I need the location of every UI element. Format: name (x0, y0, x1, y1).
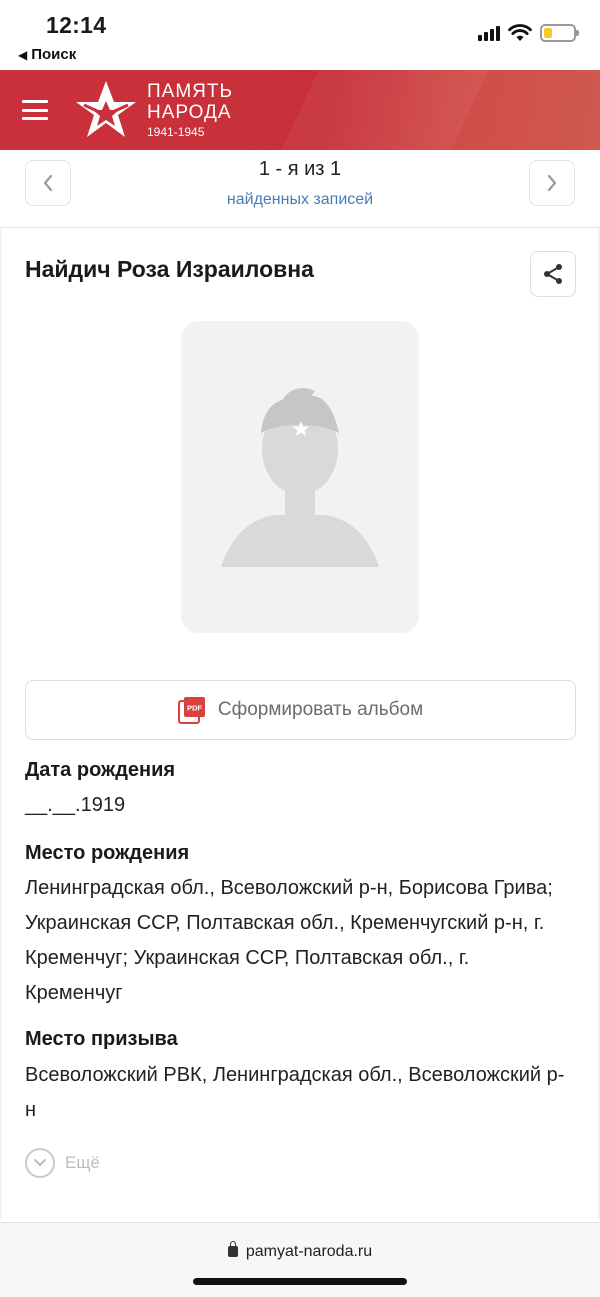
battery-icon (540, 24, 579, 42)
menu-icon[interactable] (22, 100, 48, 120)
share-icon (544, 264, 562, 284)
home-indicator[interactable] (193, 1278, 407, 1285)
share-button[interactable] (530, 251, 576, 297)
pdf-icon: PDF (177, 697, 205, 724)
draft-place-title: Место призыва (25, 1028, 178, 1050)
records-found-label: найденных записей (226, 191, 374, 208)
system-icons (478, 24, 579, 42)
show-more-label: Ещё (65, 1153, 100, 1172)
record-counter: 1 - я из 1 (258, 158, 342, 180)
chevron-down-icon (25, 1148, 55, 1178)
back-triangle-icon: ◀ (18, 48, 28, 62)
birth-date-value: __.__.1919 (25, 794, 126, 816)
site-header: ПАМЯТЬ НАРОДА 1941-1945 (0, 70, 600, 150)
address-text[interactable]: pamyat-naroda.ru (0, 1241, 600, 1261)
person-name: Найдич Роза Израиловна (25, 256, 314, 282)
browser-address-bar[interactable]: pamyat-naroda.ru (0, 1222, 600, 1297)
logo-line-1: ПАМЯТЬ (147, 81, 233, 102)
birth-place-title: Место рождения (25, 842, 190, 864)
site-logo-text[interactable]: ПАМЯТЬ НАРОДА 1941-1945 (147, 81, 233, 140)
svg-text:PDF: PDF (187, 704, 202, 713)
birth-place-value: Ленинградская обл., Всеволожский р-н, Бо… (25, 877, 553, 1004)
soldier-silhouette-icon (221, 388, 379, 567)
status-bar: 12:14 ◀ Поиск (0, 0, 600, 70)
card-left-border (0, 228, 2, 1220)
create-album-label: Сформировать альбом (217, 699, 424, 720)
wifi-icon (508, 24, 532, 41)
logo-years: 1941-1945 (147, 125, 205, 139)
url-label: pamyat-naroda.ru (245, 1243, 373, 1260)
show-more-toggle[interactable]: Ещё (25, 1148, 100, 1178)
back-label: Поиск (31, 46, 77, 63)
next-record-button[interactable] (529, 160, 575, 206)
chevron-right-icon (547, 174, 557, 192)
back-to-search-link[interactable]: ◀ Поиск (18, 46, 76, 63)
lock-icon (227, 1241, 238, 1257)
person-photo-placeholder (181, 321, 419, 633)
cellular-signal-icon (478, 25, 500, 41)
status-time: 12:14 (46, 12, 107, 38)
star-logo-icon[interactable] (76, 79, 136, 139)
create-album-button[interactable]: PDF Сформировать альбом (25, 680, 576, 740)
logo-line-2: НАРОДА (147, 102, 232, 123)
birth-date-title: Дата рождения (25, 759, 176, 781)
draft-place-value: Всеволожский РВК, Ленинградская обл., Вс… (25, 1064, 565, 1121)
results-pager: 1 - я из 1 найденных записей (0, 150, 600, 228)
